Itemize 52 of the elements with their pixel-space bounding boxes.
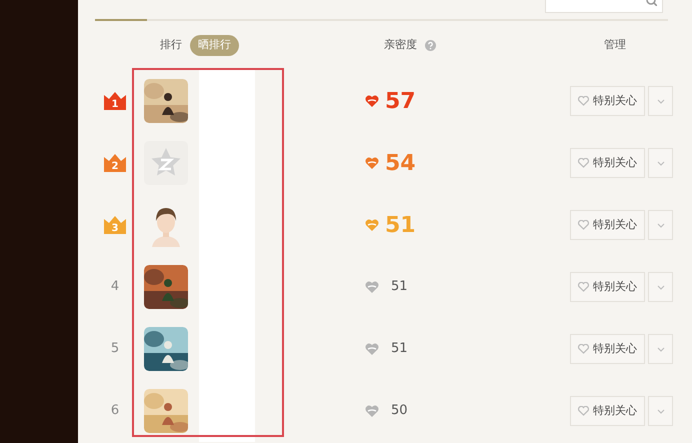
intimacy-score: 57 [385,88,416,116]
special-care-button[interactable]: 特别关心 [570,396,645,426]
special-care-button[interactable]: 特别关心 [570,148,645,178]
intimacy-score: 51 [391,278,408,296]
heart-outline-icon [578,220,589,230]
heart-icon [365,405,379,417]
heart-outline-icon [578,344,589,354]
dropdown-button[interactable] [648,210,673,240]
rank-number: 5 [110,340,120,358]
intimacy-score: 51 [391,340,408,358]
column-header: 管理 [604,37,626,54]
intimacy-score: 54 [385,150,416,178]
default-avatar-icon [144,141,188,185]
rank-number: 4 [110,278,120,296]
special-care-button[interactable]: 特别关心 [570,210,645,240]
heart-icon [365,343,379,355]
heart-icon [365,219,379,231]
rank-number: 6 [110,402,120,420]
search-field[interactable] [545,0,663,13]
rank-number: 2 [112,160,118,174]
heart-icon [365,95,379,107]
caret-icon [656,346,664,352]
column-header: 亲密度 [384,37,417,54]
blank-name-area [199,380,255,442]
special-care-button[interactable]: 特别关心 [570,334,645,364]
rank-number: 3 [112,222,118,236]
caret-icon [656,284,664,290]
heart-outline-icon [578,282,589,292]
dropdown-button[interactable] [648,334,673,364]
heart-outline-icon [578,406,589,416]
caret-icon [656,408,664,414]
dropdown-button[interactable] [648,148,673,178]
special-care-button[interactable]: 特别关心 [570,272,645,302]
intimacy-score: 50 [391,402,408,420]
caret-icon [656,160,664,166]
heart-outline-icon [578,158,589,168]
dropdown-button[interactable] [648,272,673,302]
special-care-button[interactable]: 特别关心 [570,86,645,116]
help-icon[interactable] [425,40,436,51]
active-tab-indicator[interactable] [95,19,147,21]
caret-icon [656,222,664,228]
heart-outline-icon [578,96,589,106]
intimacy-score: 51 [385,212,416,240]
dropdown-button[interactable] [648,396,673,426]
heart-icon [365,157,379,169]
rank-number: 1 [112,98,118,112]
dropdown-button[interactable] [648,86,673,116]
column-header: 排行 [160,37,182,54]
heart-icon [365,281,379,293]
blank-name-area [199,70,255,132]
search-icon[interactable] [646,0,657,6]
caret-icon [656,98,664,104]
